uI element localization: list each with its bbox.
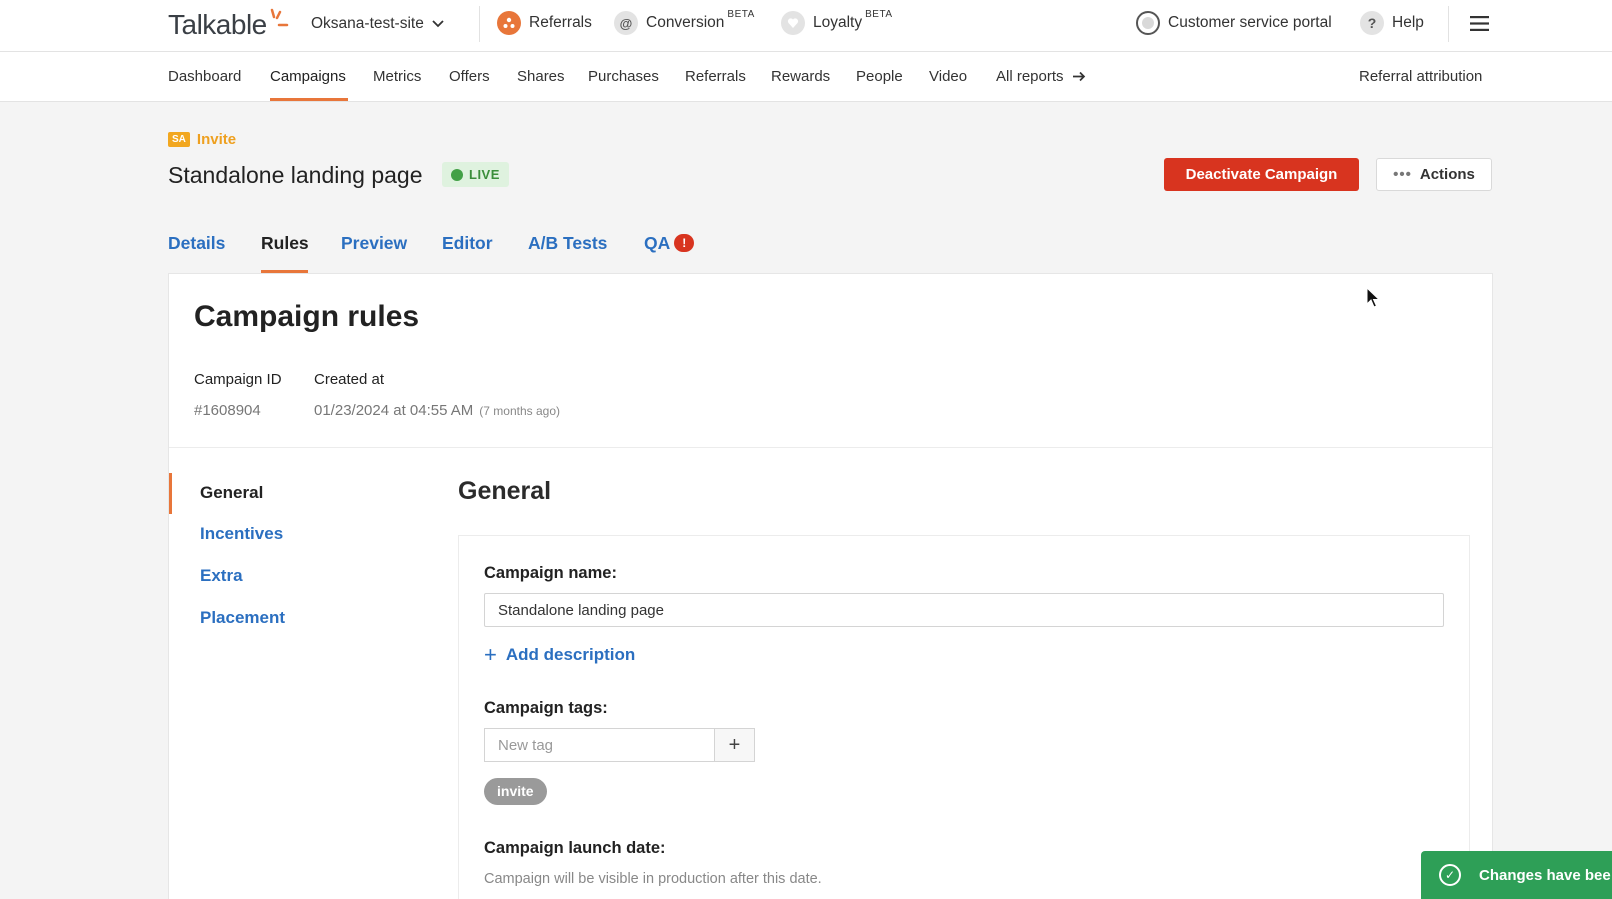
product-referrals[interactable]: Referrals — [497, 11, 592, 35]
at-sign-icon: @ — [614, 11, 638, 35]
deactivate-campaign-button[interactable]: Deactivate Campaign — [1164, 158, 1359, 191]
launch-date-help: Campaign will be visible in production a… — [484, 871, 822, 887]
actions-button[interactable]: ••• Actions — [1376, 158, 1492, 191]
divider — [1448, 6, 1449, 42]
campaign-id-label: Campaign ID — [194, 371, 282, 388]
created-at-label: Created at — [314, 371, 385, 388]
page-title: Standalone landing page — [168, 162, 423, 188]
campaign-type: SA Invite — [168, 131, 236, 148]
tab-preview[interactable]: Preview — [341, 233, 407, 254]
portal-label: Customer service portal — [1168, 14, 1332, 31]
alert-icon: ! — [674, 234, 695, 252]
sidebar-item-general[interactable]: General — [200, 483, 263, 503]
product-conversion[interactable]: @ Conversion BETA — [614, 9, 755, 35]
portal-icon — [1136, 11, 1160, 35]
sa-badge: SA — [168, 132, 190, 147]
toast-message: Changes have bee — [1479, 866, 1611, 884]
talkable-logo[interactable]: Talkable — [168, 8, 289, 41]
divider — [479, 6, 480, 42]
logo-text: Talkable — [168, 9, 267, 40]
help-label: Help — [1392, 14, 1424, 31]
arrow-right-icon — [1072, 71, 1085, 82]
campaign-tags-label: Campaign tags: — [484, 699, 608, 717]
general-settings-panel: Campaign name: + Add description Campaig… — [458, 535, 1470, 899]
new-tag-input[interactable] — [484, 728, 715, 762]
divider — [169, 447, 1492, 448]
tab-rules[interactable]: Rules — [261, 233, 309, 254]
nav-referrals[interactable]: Referrals — [685, 68, 746, 85]
nav-active-indicator — [270, 98, 348, 101]
add-description-label: Add description — [505, 645, 636, 664]
nav-purchases[interactable]: Purchases — [588, 68, 659, 85]
campaign-rules-card: Campaign rules Campaign ID Created at #1… — [168, 273, 1493, 899]
chevron-down-icon — [432, 20, 444, 28]
customer-service-portal-link[interactable]: Customer service portal — [1136, 11, 1332, 35]
card-title: Campaign rules — [194, 300, 420, 333]
add-tag-button[interactable]: + — [714, 728, 755, 762]
mouse-cursor-icon — [1366, 287, 1380, 308]
logo-spark-icon — [270, 8, 289, 27]
created-at-date: 01/23/2024 at 04:55 AM — [314, 402, 474, 419]
status-badge: LIVE — [442, 162, 509, 187]
tab-details[interactable]: Details — [168, 233, 225, 254]
main-nav: Dashboard Campaigns Metrics Offers Share… — [0, 52, 1612, 102]
section-title: General — [458, 477, 552, 505]
status-dot-icon — [451, 168, 463, 181]
status-label: LIVE — [469, 167, 500, 182]
site-selector[interactable]: Oksana-test-site — [311, 15, 444, 33]
nav-shares[interactable]: Shares — [517, 68, 565, 85]
tab-qa-label: QA — [644, 233, 671, 253]
success-toast[interactable]: ✓ Changes have bee — [1421, 851, 1612, 899]
campaign-id-value: #1608904 — [194, 402, 261, 419]
referrals-icon — [497, 11, 521, 35]
question-icon: ? — [1360, 11, 1384, 35]
created-at-relative: (7 months ago) — [479, 404, 561, 418]
product-label: Referrals — [529, 14, 592, 31]
nav-rewards[interactable]: Rewards — [771, 68, 830, 85]
nav-dashboard[interactable]: Dashboard — [168, 68, 241, 85]
nav-offers[interactable]: Offers — [449, 68, 490, 85]
nav-video[interactable]: Video — [929, 68, 967, 85]
product-label: Loyalty BETA — [813, 9, 893, 32]
campaign-name-input[interactable] — [484, 593, 1444, 627]
more-dots-icon: ••• — [1393, 166, 1412, 183]
sidebar-active-indicator — [169, 473, 172, 514]
site-name: Oksana-test-site — [311, 15, 424, 32]
campaign-name-label: Campaign name: — [484, 564, 617, 582]
help-link[interactable]: ? Help — [1360, 11, 1424, 35]
heart-icon — [781, 11, 805, 35]
nav-campaigns[interactable]: Campaigns — [270, 68, 346, 85]
nav-all-reports-label: All reports — [996, 68, 1064, 85]
hamburger-menu-icon[interactable] — [1470, 16, 1489, 36]
top-bar: Talkable Oksana-test-site Referrals @ Co… — [0, 0, 1612, 52]
tag-pill[interactable]: invite — [484, 778, 547, 805]
tab-qa[interactable]: QA! — [644, 233, 695, 254]
nav-all-reports[interactable]: All reports — [996, 68, 1086, 85]
plus-icon: + — [484, 642, 497, 667]
campaign-type-label: Invite — [196, 131, 237, 148]
sidebar-item-extra[interactable]: Extra — [200, 566, 243, 586]
campaign-launch-date-label: Campaign launch date: — [484, 839, 666, 857]
nav-metrics[interactable]: Metrics — [373, 68, 421, 85]
product-label: Conversion BETA — [646, 9, 755, 32]
tab-editor[interactable]: Editor — [442, 233, 493, 254]
check-circle-icon: ✓ — [1439, 864, 1461, 886]
tab-ab-tests[interactable]: A/B Tests — [528, 233, 607, 254]
plus-icon: + — [728, 733, 741, 756]
actions-label: Actions — [1419, 166, 1475, 183]
nav-referral-attribution[interactable]: Referral attribution — [1359, 68, 1482, 85]
sidebar-item-placement[interactable]: Placement — [200, 608, 285, 628]
sidebar-item-incentives[interactable]: Incentives — [200, 524, 283, 544]
nav-people[interactable]: People — [856, 68, 903, 85]
created-at-value: 01/23/2024 at 04:55 AM (7 months ago) — [314, 402, 560, 419]
product-loyalty[interactable]: Loyalty BETA — [781, 9, 893, 35]
add-description-link[interactable]: + Add description — [484, 644, 635, 666]
